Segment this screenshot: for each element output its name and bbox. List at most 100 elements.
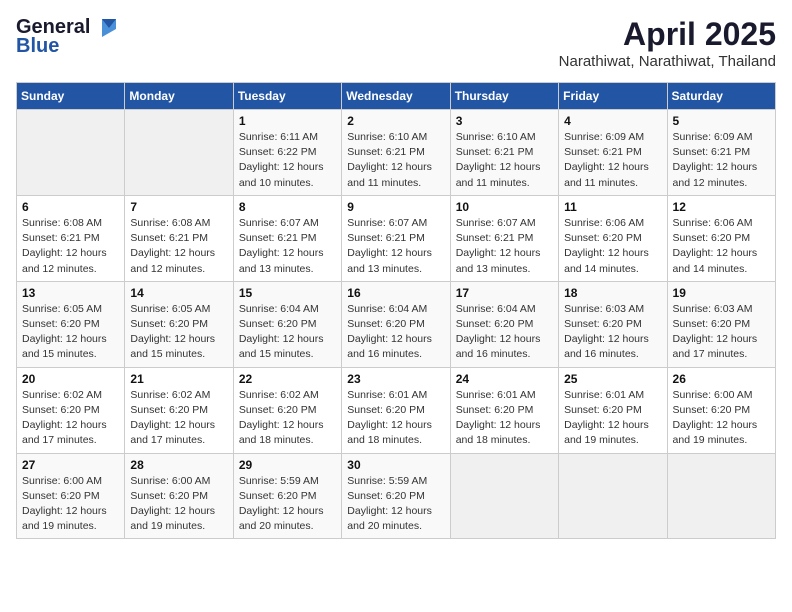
calendar-cell: 15 Sunrise: 6:04 AM Sunset: 6:20 PM Dayli… xyxy=(233,281,341,367)
page-header: General Blue April 2025 Narathiwat, Nara… xyxy=(16,16,776,70)
column-header-saturday: Saturday xyxy=(667,83,775,110)
calendar-cell: 10Sunrise: 6:07 AM Sunset: 6:21 PM Dayli… xyxy=(450,195,558,281)
day-number: 26 xyxy=(673,372,770,386)
calendar-cell: 12Sunrise: 6:06 AM Sunset: 6:20 PM Dayli… xyxy=(667,195,775,281)
day-info: Sunrise: 6:00 AM Sunset: 6:20 PM Dayligh… xyxy=(673,388,770,449)
day-info: Sunrise: 6:07 AM Sunset: 6:21 PM Dayligh… xyxy=(239,216,336,277)
day-number: 17 xyxy=(456,286,553,300)
day-number: 2 xyxy=(347,114,444,128)
day-info: Sunrise: 6:05 AM Sunset: 6:20 PM Dayligh… xyxy=(130,302,227,363)
day-number: 1 xyxy=(239,114,336,128)
location: Narathiwat, Narathiwat, Thailand xyxy=(559,53,776,70)
logo-icon xyxy=(94,19,116,37)
column-header-monday: Monday xyxy=(125,83,233,110)
calendar-cell: 24 Sunrise: 6:01 AM Sunset: 6:20 PM Dayli… xyxy=(450,367,558,453)
day-number: 20 xyxy=(22,372,119,386)
day-info: Sunrise: 6:01 AM Sunset: 6:20 PM Dayligh… xyxy=(456,388,553,449)
calendar-table: SundayMondayTuesdayWednesdayThursdayFrid… xyxy=(16,82,776,539)
calendar-cell: 28Sunrise: 6:00 AM Sunset: 6:20 PM Dayli… xyxy=(125,453,233,539)
calendar-cell: 27 Sunrise: 6:00 AM Sunset: 6:20 PM Dayli… xyxy=(17,453,125,539)
calendar-cell: 30 Sunrise: 5:59 AM Sunset: 6:20 PM Dayli… xyxy=(342,453,450,539)
column-header-friday: Friday xyxy=(559,83,667,110)
day-number: 14 xyxy=(130,286,227,300)
day-number: 4 xyxy=(564,114,661,128)
calendar-week-5: 27 Sunrise: 6:00 AM Sunset: 6:20 PM Dayli… xyxy=(17,453,776,539)
calendar-cell: 20 Sunrise: 6:02 AM Sunset: 6:20 PM Dayli… xyxy=(17,367,125,453)
day-number: 8 xyxy=(239,200,336,214)
calendar-week-4: 20 Sunrise: 6:02 AM Sunset: 6:20 PM Dayli… xyxy=(17,367,776,453)
calendar-cell: 9Sunrise: 6:07 AM Sunset: 6:21 PM Daylig… xyxy=(342,195,450,281)
day-number: 16 xyxy=(347,286,444,300)
day-number: 24 xyxy=(456,372,553,386)
calendar-cell: 14 Sunrise: 6:05 AM Sunset: 6:20 PM Dayli… xyxy=(125,281,233,367)
day-number: 23 xyxy=(347,372,444,386)
day-info: Sunrise: 6:03 AM Sunset: 6:20 PM Dayligh… xyxy=(673,302,770,363)
day-info: Sunrise: 6:06 AM Sunset: 6:20 PM Dayligh… xyxy=(564,216,661,277)
column-header-tuesday: Tuesday xyxy=(233,83,341,110)
month-year: April 2025 xyxy=(559,16,776,53)
logo: General Blue xyxy=(16,16,116,58)
calendar-cell: 25Sunrise: 6:01 AM Sunset: 6:20 PM Dayli… xyxy=(559,367,667,453)
day-number: 13 xyxy=(22,286,119,300)
day-number: 30 xyxy=(347,458,444,472)
calendar-cell: 6 Sunrise: 6:08 AM Sunset: 6:21 PM Daylig… xyxy=(17,195,125,281)
day-info: Sunrise: 6:09 AM Sunset: 6:21 PM Dayligh… xyxy=(673,130,770,191)
calendar-cell: 7Sunrise: 6:08 AM Sunset: 6:21 PM Daylig… xyxy=(125,195,233,281)
calendar-cell xyxy=(559,453,667,539)
day-info: Sunrise: 6:09 AM Sunset: 6:21 PM Dayligh… xyxy=(564,130,661,191)
title-block: April 2025 Narathiwat, Narathiwat, Thail… xyxy=(559,16,776,70)
day-info: Sunrise: 5:59 AM Sunset: 6:20 PM Dayligh… xyxy=(347,474,444,535)
logo-blue: Blue xyxy=(16,35,59,58)
day-info: Sunrise: 6:04 AM Sunset: 6:20 PM Dayligh… xyxy=(456,302,553,363)
calendar-cell xyxy=(17,110,125,196)
day-number: 25 xyxy=(564,372,661,386)
calendar-cell: 3 Sunrise: 6:10 AM Sunset: 6:21 PM Daylig… xyxy=(450,110,558,196)
day-info: Sunrise: 6:01 AM Sunset: 6:20 PM Dayligh… xyxy=(347,388,444,449)
day-info: Sunrise: 6:04 AM Sunset: 6:20 PM Dayligh… xyxy=(347,302,444,363)
day-info: Sunrise: 6:05 AM Sunset: 6:20 PM Dayligh… xyxy=(22,302,119,363)
day-number: 22 xyxy=(239,372,336,386)
day-number: 18 xyxy=(564,286,661,300)
day-info: Sunrise: 6:04 AM Sunset: 6:20 PM Dayligh… xyxy=(239,302,336,363)
day-info: Sunrise: 5:59 AM Sunset: 6:20 PM Dayligh… xyxy=(239,474,336,535)
calendar-cell: 29 Sunrise: 5:59 AM Sunset: 6:20 PM Dayli… xyxy=(233,453,341,539)
calendar-cell: 23 Sunrise: 6:01 AM Sunset: 6:20 PM Dayli… xyxy=(342,367,450,453)
calendar-cell: 1Sunrise: 6:11 AM Sunset: 6:22 PM Daylig… xyxy=(233,110,341,196)
day-number: 27 xyxy=(22,458,119,472)
calendar-cell: 8 Sunrise: 6:07 AM Sunset: 6:21 PM Daylig… xyxy=(233,195,341,281)
day-number: 7 xyxy=(130,200,227,214)
day-number: 21 xyxy=(130,372,227,386)
day-info: Sunrise: 6:00 AM Sunset: 6:20 PM Dayligh… xyxy=(22,474,119,535)
calendar-cell: 16 Sunrise: 6:04 AM Sunset: 6:20 PM Dayli… xyxy=(342,281,450,367)
column-header-thursday: Thursday xyxy=(450,83,558,110)
calendar-cell xyxy=(450,453,558,539)
calendar-cell: 2 Sunrise: 6:10 AM Sunset: 6:21 PM Daylig… xyxy=(342,110,450,196)
day-info: Sunrise: 6:07 AM Sunset: 6:21 PM Dayligh… xyxy=(347,216,444,277)
calendar-cell xyxy=(667,453,775,539)
day-info: Sunrise: 6:00 AM Sunset: 6:20 PM Dayligh… xyxy=(130,474,227,535)
calendar-week-3: 13 Sunrise: 6:05 AM Sunset: 6:20 PM Dayli… xyxy=(17,281,776,367)
calendar-week-2: 6 Sunrise: 6:08 AM Sunset: 6:21 PM Daylig… xyxy=(17,195,776,281)
calendar-cell: 17 Sunrise: 6:04 AM Sunset: 6:20 PM Dayli… xyxy=(450,281,558,367)
day-number: 15 xyxy=(239,286,336,300)
day-info: Sunrise: 6:02 AM Sunset: 6:20 PM Dayligh… xyxy=(22,388,119,449)
day-number: 10 xyxy=(456,200,553,214)
day-number: 6 xyxy=(22,200,119,214)
day-info: Sunrise: 6:02 AM Sunset: 6:20 PM Dayligh… xyxy=(130,388,227,449)
calendar-cell: 5Sunrise: 6:09 AM Sunset: 6:21 PM Daylig… xyxy=(667,110,775,196)
calendar-cell: 13 Sunrise: 6:05 AM Sunset: 6:20 PM Dayli… xyxy=(17,281,125,367)
day-number: 19 xyxy=(673,286,770,300)
calendar-cell: 22Sunrise: 6:02 AM Sunset: 6:20 PM Dayli… xyxy=(233,367,341,453)
calendar-header-row: SundayMondayTuesdayWednesdayThursdayFrid… xyxy=(17,83,776,110)
day-number: 29 xyxy=(239,458,336,472)
day-info: Sunrise: 6:03 AM Sunset: 6:20 PM Dayligh… xyxy=(564,302,661,363)
day-info: Sunrise: 6:10 AM Sunset: 6:21 PM Dayligh… xyxy=(347,130,444,191)
calendar-cell: 19 Sunrise: 6:03 AM Sunset: 6:20 PM Dayli… xyxy=(667,281,775,367)
calendar-cell: 21 Sunrise: 6:02 AM Sunset: 6:20 PM Dayli… xyxy=(125,367,233,453)
column-header-wednesday: Wednesday xyxy=(342,83,450,110)
day-info: Sunrise: 6:08 AM Sunset: 6:21 PM Dayligh… xyxy=(22,216,119,277)
day-info: Sunrise: 6:10 AM Sunset: 6:21 PM Dayligh… xyxy=(456,130,553,191)
day-number: 11 xyxy=(564,200,661,214)
day-number: 3 xyxy=(456,114,553,128)
day-info: Sunrise: 6:06 AM Sunset: 6:20 PM Dayligh… xyxy=(673,216,770,277)
